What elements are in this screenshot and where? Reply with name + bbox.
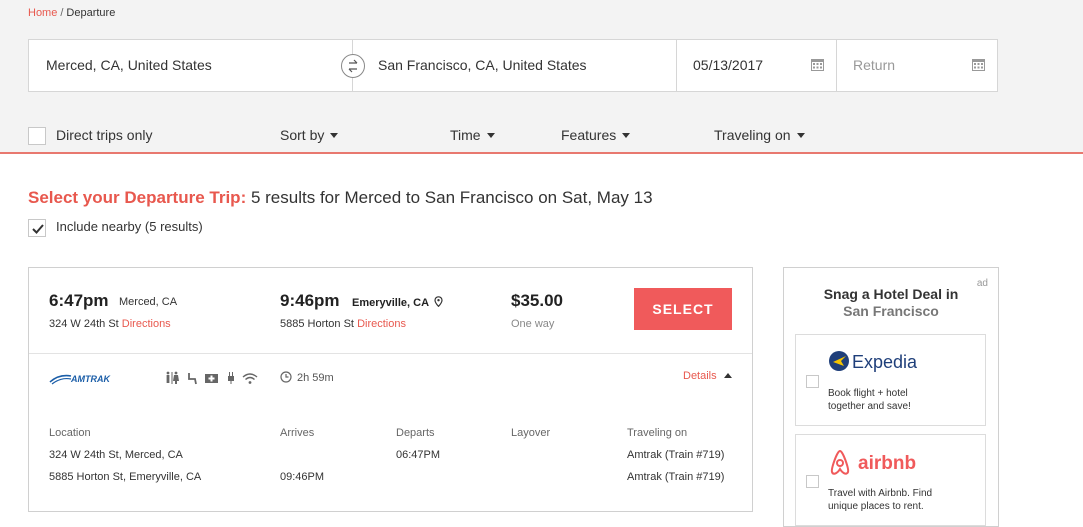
power-outlet-icon [228, 372, 234, 384]
traveling-on-dropdown[interactable]: Traveling on [714, 127, 805, 143]
arrival-city-name: Emeryville, CA [352, 297, 429, 309]
breadcrumb-home-link[interactable]: Home [28, 7, 57, 19]
results-heading-lead: Select your Departure Trip: [28, 188, 247, 207]
caret-down-icon [486, 133, 495, 138]
include-nearby-label[interactable]: Include nearby (5 results) [56, 219, 203, 234]
features-filter-dropdown[interactable]: Features [561, 127, 631, 143]
details-row-2-arrives: 09:46PM [280, 471, 325, 483]
swap-locations-button[interactable] [341, 54, 365, 78]
trip-duration: 2h 59m [280, 371, 334, 384]
swap-icon [348, 59, 358, 73]
amenities [165, 371, 260, 390]
return-date-placeholder: Return [853, 57, 896, 73]
include-nearby-checkbox[interactable] [28, 219, 46, 237]
sort-by-label: Sort by [280, 127, 325, 143]
details-row-2-traveling-on: Amtrak (Train #719) [627, 471, 725, 483]
search-form: Merced, CA, United States San Francisco,… [28, 39, 998, 92]
traveling-on-label: Traveling on [714, 127, 791, 143]
details-row-2-location: 5885 Horton St, Emeryville, CA [49, 471, 202, 483]
caret-up-icon [723, 373, 732, 378]
arrival-time: 9:46pm [280, 291, 340, 310]
caret-down-icon [622, 133, 631, 138]
expedia-offer-checkbox[interactable] [806, 375, 819, 388]
calendar-icon[interactable] [811, 58, 824, 71]
arrival-address-line: 5885 Horton St Directions [280, 318, 406, 330]
breadcrumb-separator: / [60, 7, 64, 19]
details-header-layover: Layover [511, 427, 551, 439]
details-header-traveling-on: Traveling on [627, 427, 688, 439]
departure-date-value: 05/13/2017 [693, 57, 764, 73]
expedia-offer[interactable]: Expedia Book flight + hotel together and… [795, 334, 986, 426]
amtrak-logo-text: AMTRAK [70, 374, 111, 384]
direct-trips-checkbox[interactable] [28, 127, 46, 145]
breadcrumb-current: Departure [66, 7, 116, 19]
airbnb-offer-checkbox[interactable] [806, 475, 819, 488]
caret-down-icon [330, 133, 339, 138]
arrival-city: Emeryville, CA [352, 296, 443, 309]
sort-by-dropdown[interactable]: Sort by [280, 127, 339, 143]
departure-date-field[interactable]: 05/13/2017 [677, 40, 837, 91]
departure-directions-link[interactable]: Directions [122, 318, 171, 330]
airbnb-offer[interactable]: airbnb Travel with Airbnb. Find unique p… [795, 434, 986, 526]
calendar-icon[interactable] [972, 58, 985, 71]
details-row-1-traveling-on: Amtrak (Train #719) [627, 449, 725, 461]
details-row-1-departs: 06:47PM [396, 449, 441, 461]
trip-price: $35.00 [511, 291, 563, 310]
caret-down-icon [796, 133, 805, 138]
expedia-logo-icon: Expedia [829, 351, 918, 372]
time-filter-dropdown[interactable]: Time [450, 127, 495, 143]
first-aid-icon [205, 374, 218, 383]
departure-city: Merced, CA [119, 296, 178, 308]
airbnb-brand: airbnb [858, 453, 916, 474]
arrival-directions-link[interactable]: Directions [357, 318, 406, 330]
departure-address: 324 W 24th St [49, 318, 119, 330]
direct-trips-label[interactable]: Direct trips only [56, 127, 152, 143]
ad-title: Snag a Hotel Deal in San Francisco [784, 286, 998, 320]
details-row-1-location: 324 W 24th St, Merced, CA [49, 449, 183, 461]
features-filter-label: Features [561, 127, 617, 143]
arrival-address: 5885 Horton St [280, 318, 354, 330]
ad-title-line1: Snag a Hotel Deal in [823, 286, 959, 302]
airbnb-logo: airbnb [828, 449, 928, 482]
seat-icon [188, 373, 197, 385]
expedia-logo: Expedia [828, 349, 922, 380]
restroom-icon [166, 371, 179, 384]
expedia-desc-line2: together and save! [828, 401, 911, 412]
wifi-icon [242, 373, 258, 384]
map-pin-icon[interactable] [434, 296, 443, 308]
details-header-arrives: Arrives [280, 427, 315, 439]
departure-address-line: 324 W 24th St Directions [49, 318, 171, 330]
hotel-deal-ad: ad Snag a Hotel Deal in San Francisco Ex… [783, 267, 999, 527]
breadcrumb: Home / Departure [28, 7, 115, 19]
details-header-location: Location [49, 427, 91, 439]
destination-field[interactable]: San Francisco, CA, United States [353, 40, 677, 91]
details-label: Details [683, 370, 717, 382]
ad-title-line2: San Francisco [843, 303, 939, 319]
card-divider [29, 353, 752, 354]
amtrak-logo: AMTRAK [49, 372, 121, 391]
expedia-brand: Expedia [852, 352, 918, 372]
airbnb-logo-icon: airbnb [830, 449, 916, 475]
fare-type: One way [511, 318, 555, 330]
select-trip-button[interactable]: SELECT [634, 288, 732, 330]
airbnb-offer-description: Travel with Airbnb. Find unique places t… [828, 487, 978, 513]
results-heading-summary: 5 results for Merced to San Francisco on… [250, 188, 653, 207]
expedia-offer-description: Book flight + hotel together and save! [828, 387, 978, 413]
details-toggle[interactable]: Details [683, 370, 732, 382]
trip-result-card: 6:47pm Merced, CA 324 W 24th St Directio… [28, 267, 753, 512]
airbnb-desc-line2: unique places to rent. [828, 501, 924, 512]
trip-duration-value: 2h 59m [297, 372, 334, 384]
results-heading: Select your Departure Trip: 5 results fo… [28, 188, 653, 208]
expedia-desc-line1: Book flight + hotel [828, 388, 908, 399]
return-date-field[interactable]: Return [837, 40, 997, 91]
airbnb-desc-line1: Travel with Airbnb. Find [828, 488, 933, 499]
checkmark-icon [32, 224, 44, 234]
details-header-departs: Departs [396, 427, 435, 439]
amtrak-logo-icon: AMTRAK [49, 374, 111, 385]
origin-field[interactable]: Merced, CA, United States [29, 40, 353, 91]
time-filter-label: Time [450, 127, 481, 143]
departure-time: 6:47pm [49, 291, 109, 310]
clock-icon [280, 371, 292, 383]
